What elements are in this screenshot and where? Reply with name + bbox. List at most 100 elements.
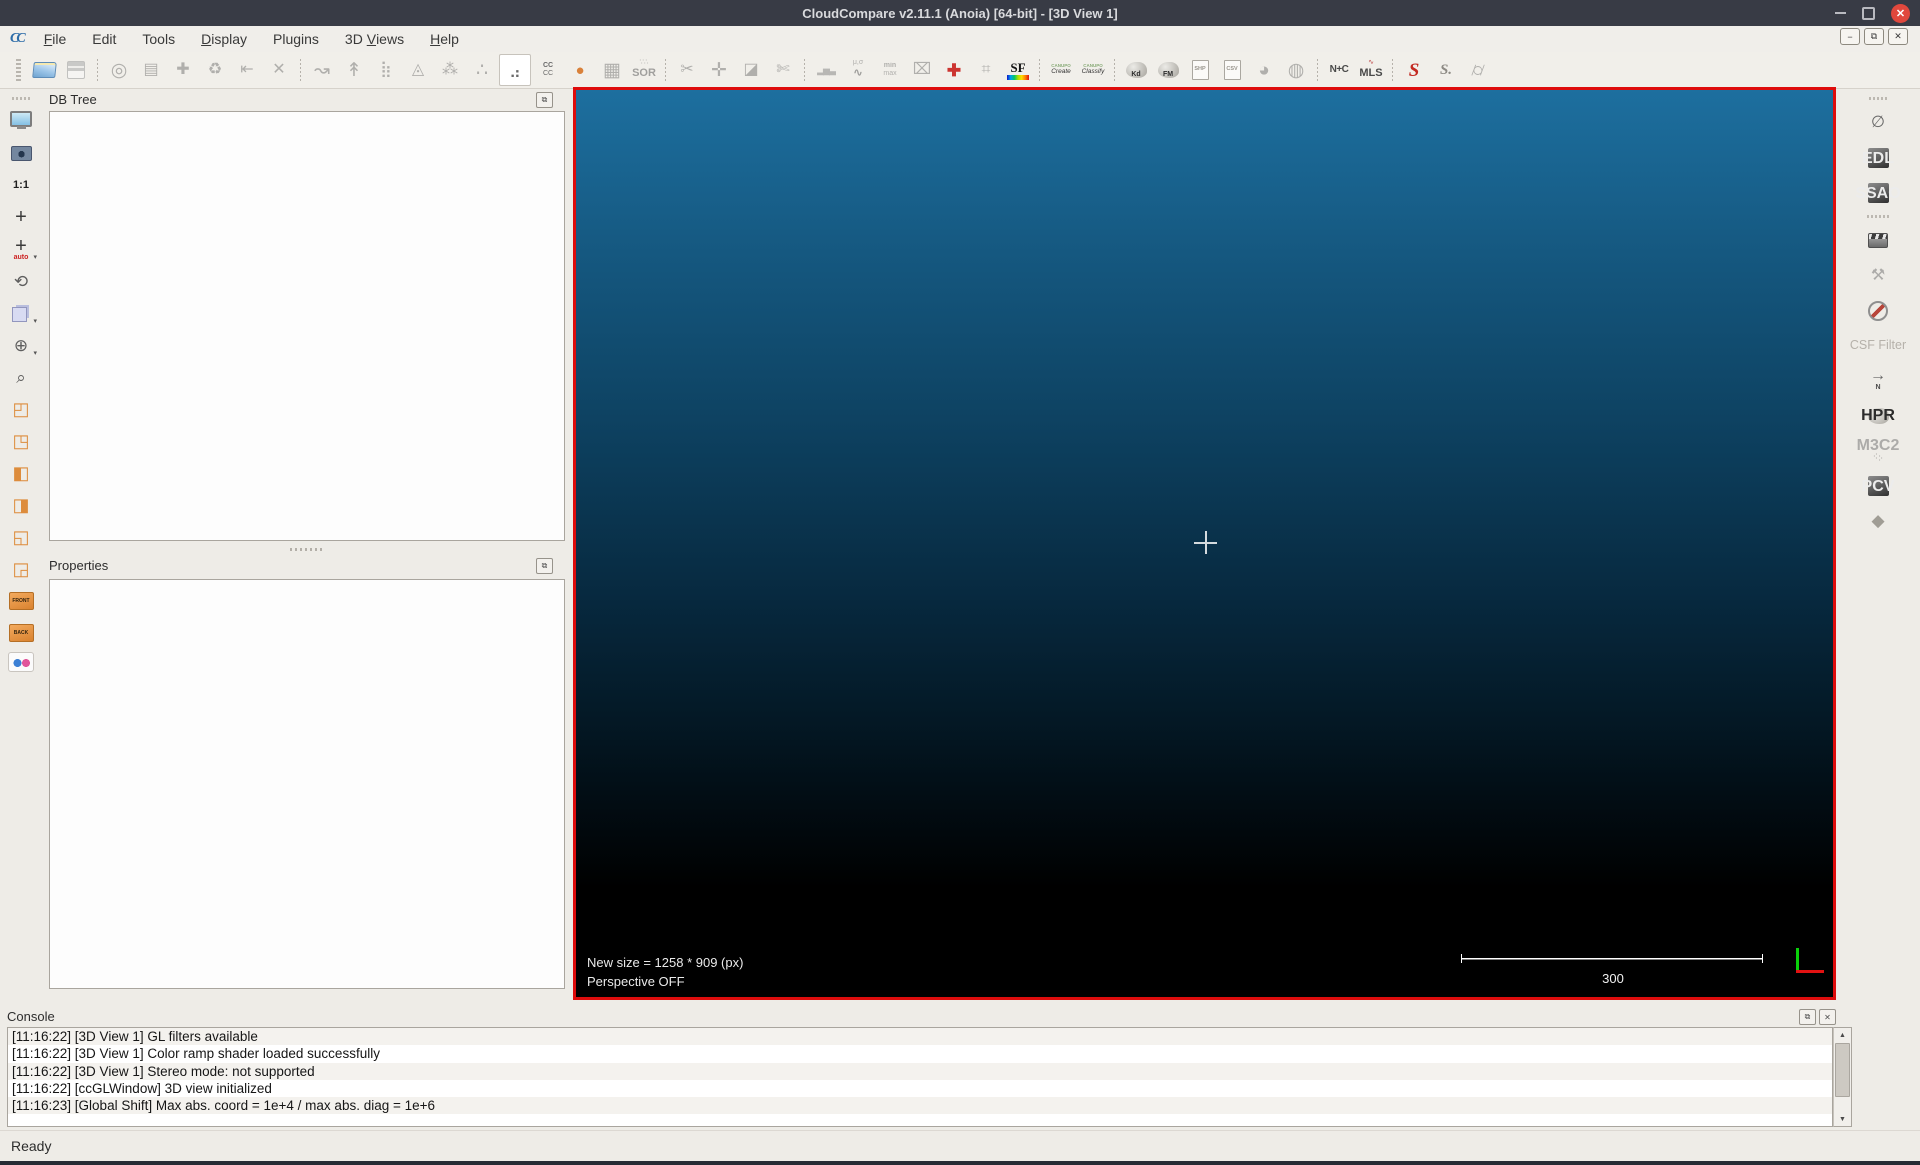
minimize-icon[interactable] xyxy=(1835,12,1846,14)
menu-3d-views[interactable]: 3D Views xyxy=(332,26,417,52)
poisson-recon-icon[interactable]: ◆ xyxy=(1863,508,1893,533)
zoom-icon[interactable]: ⌕ xyxy=(8,364,34,388)
pick-point-icon[interactable]: ◎ xyxy=(104,55,134,85)
mdi-close-icon[interactable]: ✕ xyxy=(1888,28,1908,45)
hpr-plugin-icon[interactable]: HPR xyxy=(1863,403,1893,428)
db-tree-panel[interactable] xyxy=(49,111,565,541)
view-front-icon[interactable]: ◳ xyxy=(8,428,34,452)
back-iso-view-icon[interactable]: BACK xyxy=(8,620,34,644)
apply-transformation-icon[interactable]: ⇤ xyxy=(232,55,262,85)
toolbar-separator xyxy=(1388,58,1397,82)
shp-export-icon[interactable]: SHP xyxy=(1185,55,1215,85)
trace-polyline-icon[interactable]: ↝ xyxy=(307,55,337,85)
sf-arithmetic-icon[interactable]: ⌗ xyxy=(971,55,1001,85)
mdi-minimize-icon[interactable]: − xyxy=(1840,28,1860,45)
compute-normals-icon[interactable]: ↟ xyxy=(339,55,369,85)
segment-icon[interactable]: ✂ xyxy=(672,55,702,85)
camera-view-icon[interactable]: ⟲ xyxy=(8,268,34,292)
console-log-list[interactable]: [11:16:22] [3D View 1] GL filters availa… xyxy=(7,1027,1833,1127)
mesh-icon[interactable]: ◬ xyxy=(403,55,433,85)
view-bottom-icon[interactable]: ◲ xyxy=(8,556,34,580)
close-icon[interactable]: ✕ xyxy=(1891,4,1910,23)
console-float-icon[interactable]: ⧉ xyxy=(1799,1009,1816,1025)
menu-help[interactable]: Help xyxy=(417,26,472,52)
sra-plugin-icon[interactable]: S. xyxy=(1431,55,1461,85)
cross-section-icon[interactable]: ◪ xyxy=(736,55,766,85)
set-color-icon[interactable]: ✚ xyxy=(939,55,969,85)
noise-filter-icon[interactable]: ∴ xyxy=(467,55,497,85)
kd-tree-icon[interactable]: Kd xyxy=(1121,55,1151,85)
refresh-display-icon[interactable] xyxy=(8,108,34,132)
mdi-restore-icon[interactable]: ⧉ xyxy=(1864,28,1884,45)
merge-icon[interactable]: ♻ xyxy=(200,55,230,85)
scroll-down-icon[interactable]: ▼ xyxy=(1834,1112,1851,1126)
clone-icon[interactable]: ✚ xyxy=(168,55,198,85)
scrollbar-thumb[interactable] xyxy=(1835,1043,1850,1097)
cc-cc-icon[interactable]: CCCC xyxy=(533,55,563,85)
filter-by-value-icon[interactable]: minmax xyxy=(875,55,905,85)
checkerboard-icon[interactable]: ▦ xyxy=(597,55,627,85)
view-right-icon[interactable]: ◱ xyxy=(8,524,34,548)
db-tree-float-icon[interactable]: ⧉ xyxy=(536,92,553,108)
csf-filter-icon[interactable]: S xyxy=(1399,55,1429,85)
facets-icon[interactable]: FM xyxy=(1153,55,1183,85)
front-iso-view-icon[interactable]: FRONT xyxy=(8,588,34,612)
3d-viewport[interactable]: New size = 1258 * 909 (px) Perspective O… xyxy=(573,87,1836,1000)
properties-float-icon[interactable]: ⧉ xyxy=(536,558,553,574)
open-icon[interactable] xyxy=(29,55,59,85)
translate-rotate-icon[interactable]: ✛ xyxy=(704,55,734,85)
compute-octree-icon[interactable]: ⣷ xyxy=(371,55,401,85)
save-icon[interactable] xyxy=(61,55,91,85)
globe-icon[interactable]: ◍ xyxy=(1281,55,1311,85)
scroll-up-icon[interactable]: ▲ xyxy=(1834,1028,1851,1042)
sphere-icon[interactable]: ◕ xyxy=(1249,55,1279,85)
sor-filter-icon[interactable]: ∵∴SOR xyxy=(629,55,659,85)
pivot-center-icon[interactable]: ⊕ xyxy=(8,332,34,356)
properties-list-icon[interactable]: ▤ xyxy=(136,55,166,85)
view-back-icon[interactable]: ◨ xyxy=(8,492,34,516)
menu-file[interactable]: File xyxy=(31,26,80,52)
global-zoom-icon[interactable]: + xyxy=(8,204,34,228)
animation-plugin-icon[interactable] xyxy=(1863,228,1893,253)
normals-plus-colors-icon[interactable]: N+C xyxy=(1324,55,1354,85)
broom-plugin-icon[interactable]: ⚒ xyxy=(1863,263,1893,288)
mls-smoothing-icon[interactable]: ∿MLS xyxy=(1356,55,1386,85)
menu-display[interactable]: Display xyxy=(188,26,260,52)
compass-plugin-icon[interactable] xyxy=(1863,298,1893,323)
zoom-1-1-icon[interactable]: 1:1 xyxy=(8,172,34,196)
console-scrollbar[interactable]: ▲ ▼ xyxy=(1833,1027,1852,1127)
histogram-icon[interactable]: ▂▅▃ xyxy=(811,55,841,85)
edl-filter-icon[interactable]: EDL xyxy=(1863,145,1893,170)
extract-sections-icon[interactable]: ✄ xyxy=(768,55,798,85)
auto-pivot-icon[interactable]: +auto xyxy=(8,236,34,260)
pcv-plugin-icon[interactable]: PCV xyxy=(1863,473,1893,498)
canupo-create-icon[interactable]: CANUPOCreate xyxy=(1046,55,1076,85)
view-left-icon[interactable]: ◧ xyxy=(8,460,34,484)
csv-export-icon[interactable]: CSV xyxy=(1217,55,1247,85)
menu-edit[interactable]: Edit xyxy=(79,26,129,52)
cylinder-unroll-icon[interactable]: ⌭ xyxy=(1463,55,1493,85)
view-top-icon[interactable]: ◰ xyxy=(8,396,34,420)
gaussian-filter-icon[interactable]: μ,σ∿ xyxy=(843,55,873,85)
primitive-factory-icon[interactable]: ● xyxy=(565,55,595,85)
sample-points-icon[interactable]: ⁂ xyxy=(435,55,465,85)
screenshot-icon[interactable] xyxy=(8,140,34,164)
stereo-mode-icon[interactable] xyxy=(8,652,34,672)
menu-tools[interactable]: Tools xyxy=(129,26,188,52)
dock-splitter-handle[interactable] xyxy=(290,548,324,551)
console-line: [11:16:22] [ccGLWindow] 3D view initiali… xyxy=(8,1080,1832,1097)
subsample-icon[interactable]: ⣠ xyxy=(499,54,531,86)
ssao-filter-icon[interactable]: SSAO xyxy=(1863,180,1893,205)
csf-normals-icon[interactable]: →N xyxy=(1863,368,1893,393)
no-filter-icon[interactable]: ∅ xyxy=(1863,110,1893,135)
m3c2-plugin-icon[interactable]: M3C2⠪⡢ xyxy=(1863,438,1893,463)
delete-scalar-field-icon[interactable]: ⌧ xyxy=(907,55,937,85)
canupo-classify-icon[interactable]: CANUPOClassify xyxy=(1078,55,1108,85)
delete-icon[interactable]: ✕ xyxy=(264,55,294,85)
menu-plugins[interactable]: Plugins xyxy=(260,26,332,52)
console-close-icon[interactable]: ✕ xyxy=(1819,1009,1836,1025)
sf-color-scale-icon[interactable]: SF xyxy=(1003,55,1033,85)
properties-panel[interactable] xyxy=(49,579,565,989)
iso-view-icon[interactable] xyxy=(8,300,34,324)
maximize-icon[interactable] xyxy=(1862,7,1875,20)
